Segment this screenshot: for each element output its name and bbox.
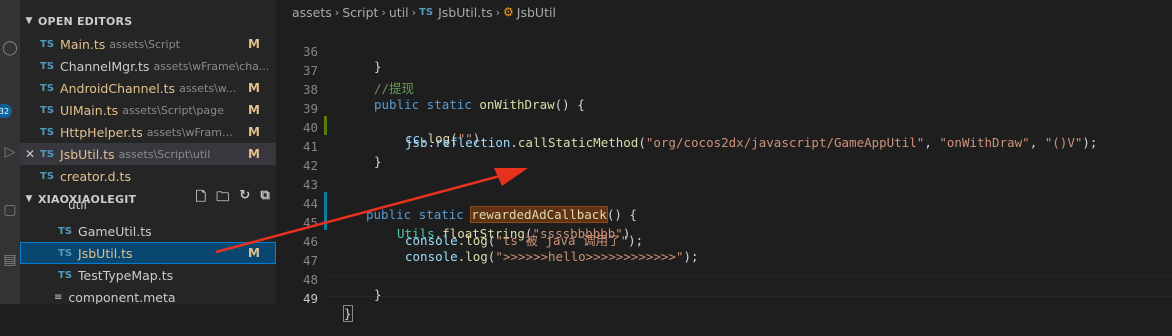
typescript-icon: TS bbox=[58, 269, 73, 281]
scm-badge: 32 bbox=[0, 104, 12, 118]
class-icon: ⚙ bbox=[503, 5, 514, 19]
folder-util[interactable]: util bbox=[20, 202, 276, 216]
breadcrumb-item[interactable]: assets bbox=[292, 5, 332, 20]
code-line: 44 Utils.floatString("ssssbbbbbb") bbox=[302, 196, 631, 241]
open-editor-item[interactable]: TS HttpHelper.ts assets\wFrame... M bbox=[20, 121, 276, 143]
modified-badge: M bbox=[248, 246, 260, 260]
chevron-down-icon: ▼ bbox=[25, 16, 33, 26]
code-line: 39 cc.log("") bbox=[302, 101, 481, 146]
modified-badge: M bbox=[248, 125, 260, 139]
typescript-icon: TS bbox=[58, 225, 73, 237]
breadcrumb-symbol[interactable]: JsbUtil bbox=[517, 5, 556, 20]
breadcrumb-item[interactable]: Script bbox=[342, 5, 378, 20]
code-line: 43 public static rewardedAdCallback() { bbox=[302, 177, 637, 223]
tree-item[interactable]: ≡ component.meta bbox=[20, 286, 276, 305]
open-editors-header[interactable]: ▼ OPEN EDITORS bbox=[20, 10, 276, 32]
code-line: 49 } bbox=[302, 291, 353, 322]
activity-bar: ◯ 32 ▷ ▢ ▤ bbox=[0, 0, 20, 304]
breadcrumb: assets › Script › util › TS JsbUtil.ts › ⚙ J… bbox=[292, 4, 556, 20]
code-line: 40 jsb.reflection.callStaticMethod("org/… bbox=[302, 120, 1098, 150]
modified-badge: M bbox=[248, 81, 260, 95]
code-editor[interactable]: assets › Script › util › TS JsbUtil.ts › ⚙ J… bbox=[276, 0, 1172, 322]
typescript-icon: TS bbox=[58, 247, 73, 259]
code-line: 45 console.log("ts 被 java 调用了"); bbox=[302, 215, 644, 248]
typescript-icon: TS bbox=[40, 60, 55, 72]
typescript-icon: TS bbox=[419, 6, 434, 18]
extensions-icon[interactable]: ▢ bbox=[0, 198, 20, 222]
remote-icon[interactable]: ▤ bbox=[0, 248, 20, 272]
tree-item[interactable]: TS TestTypeMap.ts bbox=[20, 264, 276, 286]
breadcrumb-file[interactable]: JsbUtil.ts bbox=[438, 5, 493, 20]
code-line: 47 bbox=[302, 253, 318, 268]
code-line: 48 } bbox=[302, 272, 382, 302]
typescript-icon: TS bbox=[40, 104, 55, 116]
open-editor-item[interactable]: TS Main.ts assets\Script M bbox=[20, 33, 276, 55]
typescript-icon: TS bbox=[40, 82, 55, 94]
open-editors-title: OPEN EDITORS bbox=[38, 14, 133, 28]
modified-badge: M bbox=[248, 37, 260, 51]
code-line: 38 public static onWithDraw() { bbox=[302, 82, 585, 112]
typescript-icon: TS bbox=[40, 126, 55, 138]
open-editor-item[interactable]: TS ChannelMgr.ts assets\wFrame\cha... bbox=[20, 55, 276, 77]
search-icon[interactable]: ◯ bbox=[0, 36, 20, 60]
typescript-icon: TS bbox=[40, 148, 55, 160]
close-icon[interactable]: ✕ bbox=[20, 147, 40, 161]
modified-badge: M bbox=[248, 147, 260, 161]
code-line: 42 bbox=[302, 158, 318, 173]
code-line: 36 } bbox=[302, 44, 382, 74]
code-line: 37 //提现 bbox=[302, 63, 415, 96]
breadcrumb-item[interactable]: util bbox=[389, 5, 409, 20]
tree-item[interactable]: TS GameUtil.ts bbox=[20, 220, 276, 242]
explorer-sidebar: ▼ OPEN EDITORS TS Main.ts assets\Script M T… bbox=[20, 0, 276, 304]
open-editor-item[interactable]: TS UIMain.ts assets\Script\page M bbox=[20, 99, 276, 121]
typescript-icon: TS bbox=[40, 38, 55, 50]
typescript-icon: TS bbox=[40, 170, 55, 182]
open-editor-item[interactable]: TS creator.d.ts bbox=[20, 165, 276, 187]
open-editor-item[interactable]: TS AndroidChannel.ts assets\w... M bbox=[20, 77, 276, 99]
tree-item-selected[interactable]: TS JsbUtil.ts M bbox=[20, 242, 276, 264]
file-icon: ≡ bbox=[54, 291, 63, 303]
open-editor-item-active[interactable]: ✕ TS JsbUtil.ts assets\Script\util M bbox=[20, 143, 276, 165]
debug-icon[interactable]: ▷ bbox=[0, 140, 20, 164]
modified-badge: M bbox=[248, 103, 260, 117]
code-line: 46 console.log(">>>>>>hello>>>>>>>>>>>>"… bbox=[302, 234, 699, 264]
code-line: 41 } bbox=[302, 139, 382, 169]
